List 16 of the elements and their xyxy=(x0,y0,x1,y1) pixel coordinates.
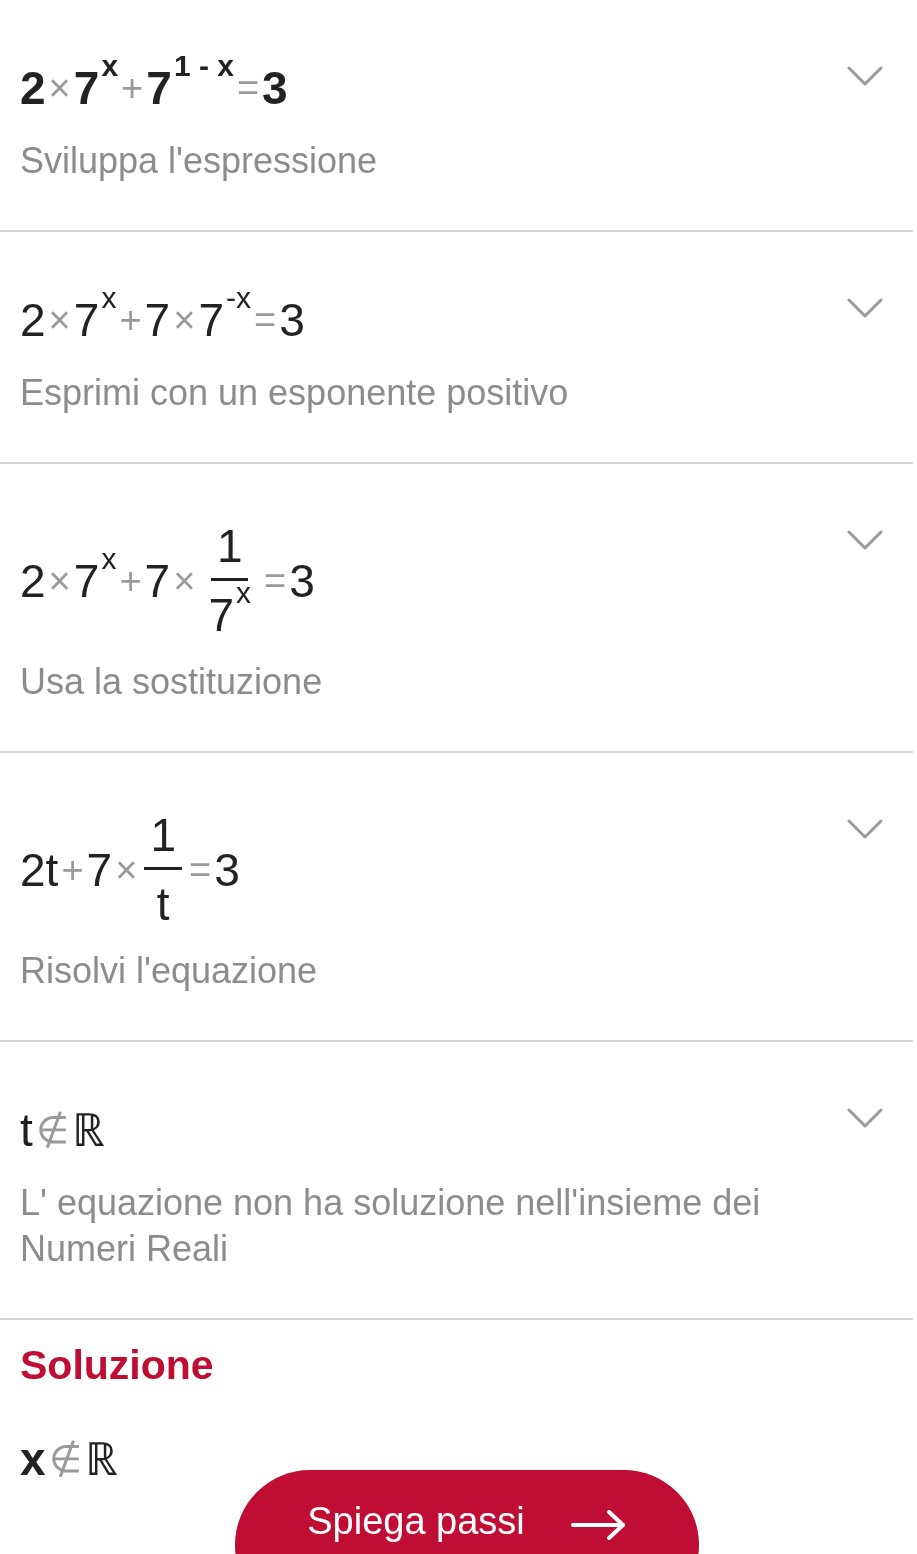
chevron-down-icon[interactable] xyxy=(847,66,883,86)
math-expression: 2×7$^{x}$+7$^{1 - x}$=3 xyxy=(20,52,288,116)
solution-title: Soluzione xyxy=(20,1342,214,1389)
step-description: Risolvi l'equazione xyxy=(20,949,319,993)
step-description: Esprimi con un esponente positivo xyxy=(20,371,570,415)
step-description: Sviluppa l'espressione xyxy=(20,139,379,183)
step-description: L' equazione non ha soluzione nell'insieme dei Numeri Reali xyxy=(20,1181,762,1271)
chevron-down-icon[interactable] xyxy=(847,530,883,550)
chevron-down-icon[interactable] xyxy=(847,1108,883,1128)
math-expression: x∉ℝ xyxy=(20,1432,118,1487)
chevron-down-icon[interactable] xyxy=(847,819,883,839)
math-expression: t∉ℝ xyxy=(20,1103,105,1158)
explain-steps-button[interactable]: Spiega passi xyxy=(235,1470,699,1554)
chevron-down-icon[interactable] xyxy=(847,298,883,318)
math-expression: 2×7$^{x}$+7×7$^{-x}$=3 xyxy=(20,284,305,348)
step-description: Usa la sostituzione xyxy=(20,660,324,704)
